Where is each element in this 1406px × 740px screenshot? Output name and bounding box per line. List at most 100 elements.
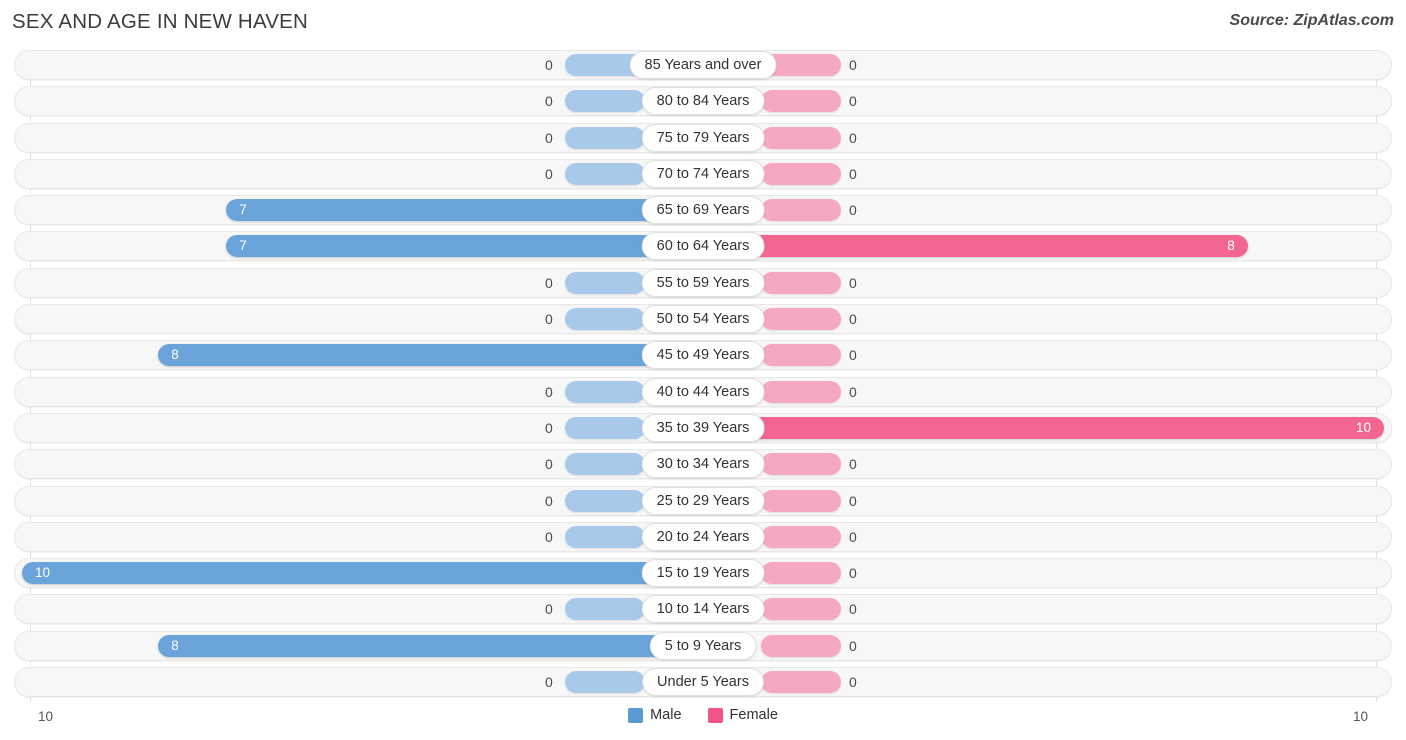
bar-male[interactable]: 8 [158, 344, 703, 367]
bar-female[interactable] [761, 598, 841, 621]
bar-value-male: 0 [545, 674, 553, 691]
bar-male[interactable] [565, 525, 645, 548]
bar-value-female: 0 [849, 57, 857, 73]
chart-row[interactable]: 0 0 55 to 59 Years [0, 267, 1406, 298]
legend-label-male: Male [650, 707, 682, 723]
bar-value-male: 0 [545, 165, 553, 182]
bar-value-female: 0 [849, 601, 857, 618]
bar-male[interactable] [565, 271, 645, 294]
chart-row[interactable]: 7 8 60 to 64 Years [0, 231, 1406, 262]
chart-footer: 10 10 Male Female [0, 702, 1406, 740]
bar-male[interactable]: 7 [226, 199, 703, 222]
bar-male[interactable]: 8 [158, 634, 703, 657]
bar-male[interactable] [565, 90, 645, 113]
bar-female[interactable] [761, 562, 841, 585]
age-group-label: 70 to 74 Years [641, 159, 765, 188]
source-attribution: Source: ZipAtlas.com [1229, 12, 1394, 29]
bar-male[interactable] [565, 308, 645, 331]
bar-male[interactable] [565, 126, 645, 149]
bar-value-female: 0 [849, 637, 857, 654]
bar-female[interactable] [761, 453, 841, 476]
chart-row[interactable]: 0 0 50 to 54 Years [0, 304, 1406, 335]
bar-value-male: 10 [35, 565, 51, 581]
chart-row[interactable]: 8 0 45 to 49 Years [0, 340, 1406, 371]
legend-label-female: Female [729, 707, 778, 723]
bar-female[interactable] [761, 308, 841, 331]
bar-male[interactable] [565, 162, 645, 185]
bar-value-male: 0 [545, 93, 553, 110]
bar-female[interactable] [761, 344, 841, 367]
chart-row[interactable]: 0 0 Under 5 Years [0, 667, 1406, 698]
bar-male[interactable] [565, 489, 645, 512]
bar-female[interactable] [761, 489, 841, 512]
bar-value-female: 10 [1355, 419, 1371, 435]
bar-female[interactable] [761, 126, 841, 149]
chart-row[interactable]: 0 0 85 Years and over [0, 50, 1406, 80]
chart-row[interactable]: 0 0 10 to 14 Years [0, 594, 1406, 625]
bar-value-female: 0 [849, 565, 857, 582]
age-group-label: 60 to 64 Years [641, 232, 765, 261]
age-group-label: 55 to 59 Years [641, 268, 765, 297]
age-group-label: 15 to 19 Years [641, 559, 765, 588]
chart-row[interactable]: 0 0 25 to 29 Years [0, 485, 1406, 516]
chart-row[interactable]: 0 0 80 to 84 Years [0, 86, 1406, 117]
chart-row[interactable]: 0 0 40 to 44 Years [0, 376, 1406, 407]
age-group-label: 65 to 69 Years [641, 196, 765, 225]
bar-value-female: 0 [849, 93, 857, 110]
bar-value-female: 0 [849, 165, 857, 182]
legend-swatch-female-icon [707, 707, 723, 723]
bar-male[interactable] [565, 598, 645, 621]
chart-row[interactable]: 0 0 30 to 34 Years [0, 449, 1406, 480]
bar-female[interactable] [761, 271, 841, 294]
bar-value-male: 7 [239, 202, 247, 218]
bar-value-male: 0 [545, 601, 553, 618]
chart-row[interactable]: 10 0 15 to 19 Years [0, 558, 1406, 589]
age-group-label: 85 Years and over [629, 51, 777, 79]
age-group-label: 10 to 14 Years [641, 595, 765, 624]
bar-female[interactable] [761, 90, 841, 113]
bar-male[interactable]: 10 [22, 562, 703, 585]
bar-male[interactable] [565, 671, 645, 694]
bar-female[interactable] [761, 634, 841, 657]
bar-female[interactable] [761, 525, 841, 548]
legend-item-female[interactable]: Female [707, 707, 778, 723]
age-group-label: 50 to 54 Years [641, 305, 765, 334]
bar-female[interactable] [761, 162, 841, 185]
bar-value-female: 0 [849, 674, 857, 691]
chart-rows: 0 0 85 Years and over 0 0 80 to 84 Years 0 0 75 … [0, 50, 1406, 703]
age-group-label: 20 to 24 Years [641, 522, 765, 551]
chart-row[interactable]: 0 0 20 to 24 Years [0, 521, 1406, 552]
bar-value-male: 0 [545, 419, 553, 436]
bar-female[interactable]: 8 [703, 235, 1248, 258]
legend-item-male[interactable]: Male [628, 707, 682, 723]
bar-value-female: 0 [849, 129, 857, 146]
age-group-label: 30 to 34 Years [641, 450, 765, 479]
bar-value-female: 0 [849, 311, 857, 328]
chart-row[interactable]: 0 0 70 to 74 Years [0, 158, 1406, 189]
bar-male[interactable]: 7 [226, 235, 703, 258]
age-group-label: 75 to 79 Years [641, 123, 765, 152]
chart-row[interactable]: 8 0 5 to 9 Years [0, 630, 1406, 661]
chart-plot-area: 0 0 85 Years and over 0 0 80 to 84 Years 0 0 75 … [0, 50, 1406, 702]
page-title: SEX AND AGE IN NEW HAVEN [12, 10, 309, 33]
chart-row[interactable]: 7 0 65 to 69 Years [0, 195, 1406, 226]
age-group-label: 25 to 29 Years [641, 486, 765, 515]
bar-male[interactable] [565, 416, 645, 439]
chart-row[interactable]: 0 10 35 to 39 Years [0, 412, 1406, 443]
bar-value-male: 0 [545, 274, 553, 291]
bar-value-male: 7 [239, 238, 247, 254]
bar-female[interactable] [761, 380, 841, 403]
bar-male[interactable] [565, 380, 645, 403]
bar-female[interactable] [761, 199, 841, 222]
chart-row[interactable]: 0 0 75 to 79 Years [0, 122, 1406, 153]
bar-female[interactable] [761, 671, 841, 694]
age-group-label: Under 5 Years [642, 668, 764, 697]
bar-value-male: 0 [545, 492, 553, 509]
bar-value-male: 8 [171, 637, 179, 653]
age-group-label: 45 to 49 Years [641, 341, 765, 370]
bar-value-female: 0 [849, 383, 857, 400]
bar-value-female: 0 [849, 456, 857, 473]
bar-male[interactable] [565, 453, 645, 476]
bar-female[interactable]: 10 [703, 416, 1384, 439]
age-group-label: 5 to 9 Years [649, 631, 757, 660]
